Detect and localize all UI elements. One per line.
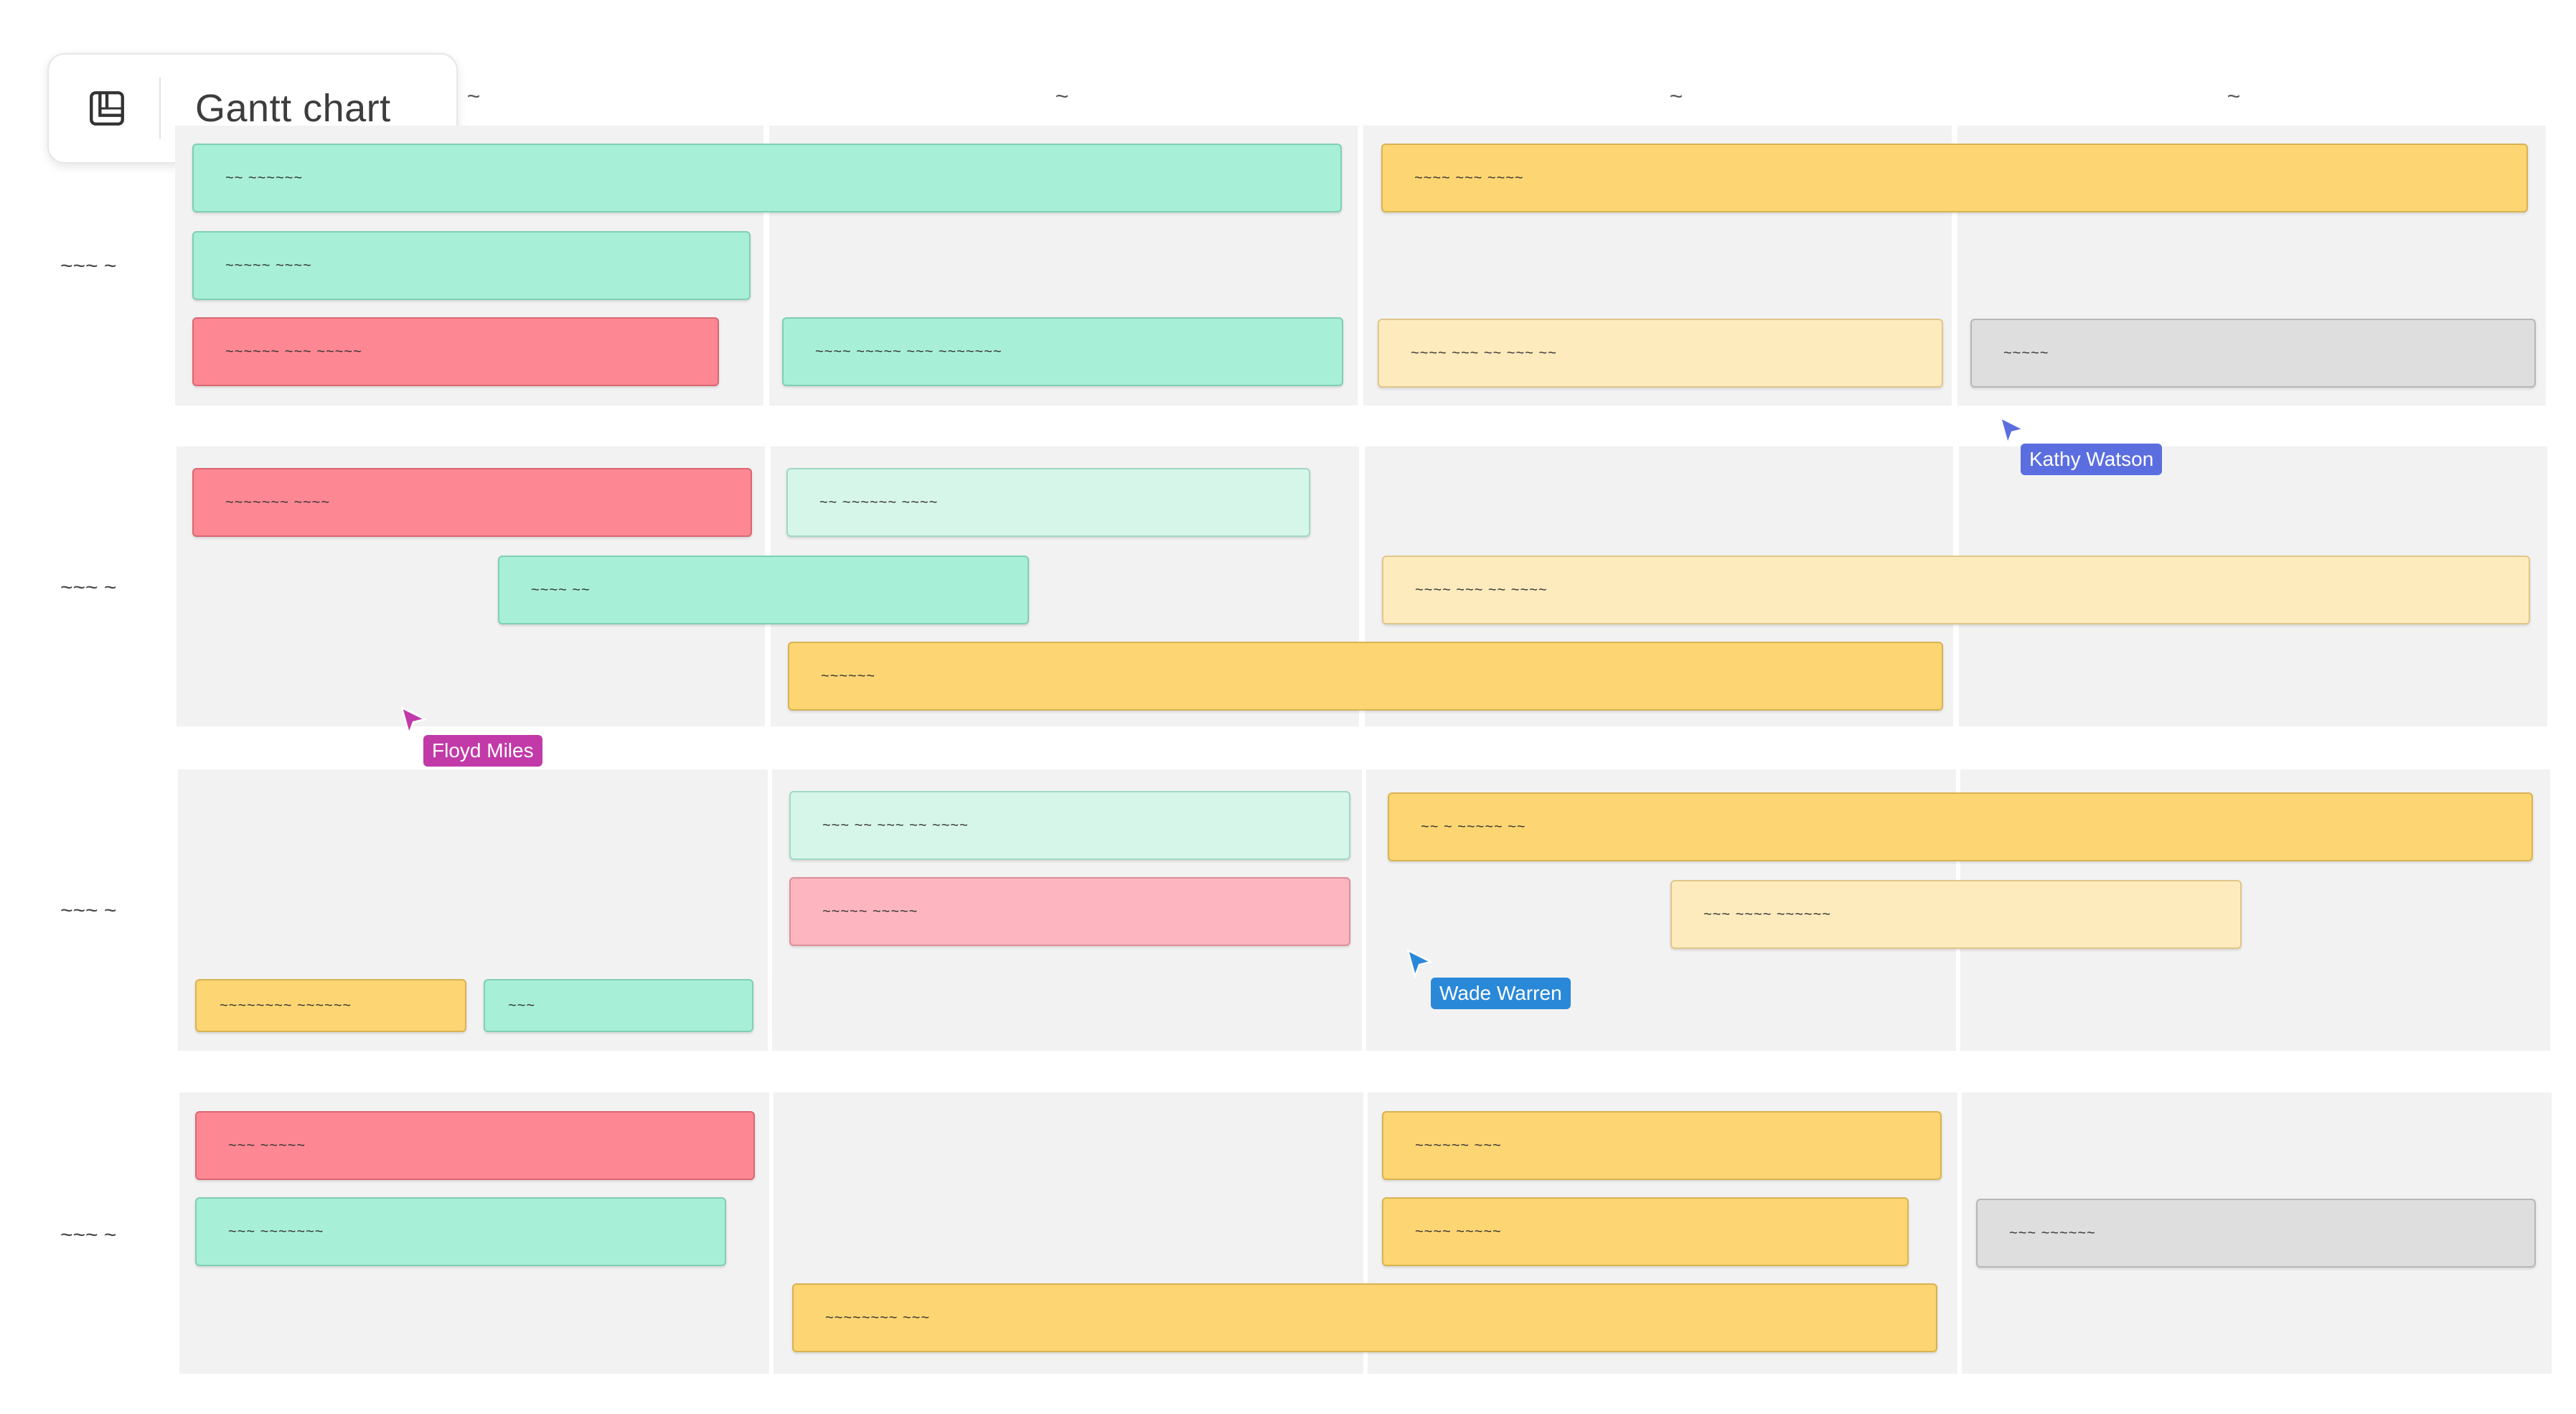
task-bar[interactable]: ~~~~ ~~ xyxy=(498,556,1029,624)
task-bar[interactable]: ~~~~~~~~ ~~~~~~ xyxy=(195,979,466,1032)
task-bar[interactable]: ~~~ ~~ ~~~ ~~ ~~~~ xyxy=(789,791,1350,860)
page-title: Gantt chart xyxy=(195,87,391,130)
task-bar[interactable]: ~~~~ ~~~ ~~ ~~~ ~~ xyxy=(1378,319,1943,388)
row-header: ~~~ ~ xyxy=(60,899,117,922)
task-bar[interactable]: ~~~~~~ ~~~ xyxy=(1382,1111,1942,1180)
row-header: ~~~ ~ xyxy=(60,576,117,599)
task-bar[interactable]: ~~~~~ ~~~~~ xyxy=(789,877,1350,946)
gantt-canvas[interactable]: Gantt chart ~ ~ ~ ~ ~~~ ~ ~~~ ~ ~~~ ~ ~~… xyxy=(0,0,2576,1414)
task-bar[interactable]: ~~ ~~~~~~ xyxy=(192,144,1342,212)
pointer-arrow-icon xyxy=(400,706,428,736)
collaborator-label: Floyd Miles xyxy=(423,735,542,767)
row-header: ~~~ ~ xyxy=(60,254,117,278)
badge-divider xyxy=(159,78,161,139)
column-header: ~ xyxy=(1669,83,1683,109)
gantt-icon xyxy=(85,86,129,131)
collaborator-cursor xyxy=(399,705,428,740)
task-bar[interactable]: ~~~~ ~~~~~ xyxy=(1382,1197,1909,1266)
task-bar[interactable]: ~~~~ ~~~ ~~~~ xyxy=(1381,144,2528,212)
collaborator-label: Wade Warren xyxy=(1431,978,1571,1009)
column-header: ~ xyxy=(2227,83,2241,109)
task-bar[interactable]: ~~~ ~~~~~~ xyxy=(1976,1199,2536,1268)
task-bar[interactable]: ~~~~ ~~~~~ ~~~ ~~~~~~~ xyxy=(782,317,1343,386)
task-bar[interactable]: ~~~ xyxy=(484,979,753,1032)
collaborator-cursor xyxy=(1405,947,1434,983)
task-bar[interactable]: ~~~~~ ~~~~ xyxy=(192,231,751,300)
task-bar[interactable]: ~~ ~ ~~~~~ ~~ xyxy=(1388,792,2533,861)
column-header: ~ xyxy=(466,83,481,109)
task-bar[interactable]: ~~~~~~~~ ~~~ xyxy=(792,1283,1937,1352)
column-header: ~ xyxy=(1055,83,1069,109)
task-bar[interactable]: ~~~ ~~~~~ xyxy=(195,1111,755,1180)
pointer-arrow-icon xyxy=(1406,948,1434,979)
collaborator-label: Kathy Watson xyxy=(2021,444,2163,475)
task-bar[interactable]: ~~~~~~ ~~~ ~~~~~ xyxy=(192,317,719,386)
task-bar[interactable]: ~~~~ ~~~ ~~ ~~~~ xyxy=(1382,556,2530,624)
pointer-arrow-icon xyxy=(1999,416,2026,446)
task-bar[interactable]: ~~~~~~~ ~~~~ xyxy=(192,468,752,537)
task-bar[interactable]: ~~ ~~~~~~ ~~~~ xyxy=(786,468,1310,537)
task-bar[interactable]: ~~~ ~~~~~~~ xyxy=(195,1197,726,1266)
task-bar[interactable]: ~~~~~~ xyxy=(788,642,1943,711)
task-bar[interactable]: ~~~~~ xyxy=(1970,319,2536,388)
row-header: ~~~ ~ xyxy=(60,1223,117,1247)
task-bar[interactable]: ~~~ ~~~~ ~~~~~~ xyxy=(1670,880,2242,949)
